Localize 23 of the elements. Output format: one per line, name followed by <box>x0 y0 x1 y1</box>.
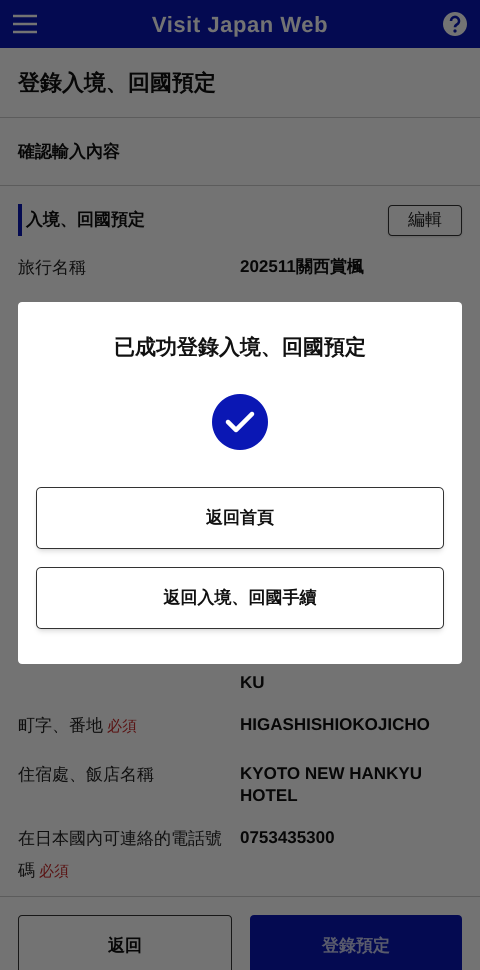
accent-bar <box>18 204 22 236</box>
field-value: KU <box>240 672 265 694</box>
dialog-title: 已成功登錄入境、回國預定 <box>114 334 366 361</box>
field-value: HIGASHISHIOKOJICHO <box>240 714 430 736</box>
field-value: KYOTO NEW HANKYU HOTEL <box>240 763 423 807</box>
field-label: 町字、番地 必須 <box>18 715 138 737</box>
help-icon[interactable] <box>442 11 468 37</box>
register-button[interactable]: 登錄預定 <box>250 915 462 970</box>
field-label: 住宿處、飯店名稱 <box>18 764 155 786</box>
field-label: 旅行名稱 <box>18 257 87 279</box>
menu-icon[interactable] <box>12 13 38 35</box>
check-icon <box>212 394 268 450</box>
page-title: 登錄入境、回國預定 <box>18 69 216 97</box>
section-subtitle: 確認輸入內容 <box>18 140 120 163</box>
back-button[interactable]: 返回 <box>18 915 232 970</box>
edit-button[interactable]: 編輯 <box>388 204 462 236</box>
dialog-button[interactable]: 返回首頁 <box>36 486 444 548</box>
dialog-button[interactable]: 返回入境、回國手續 <box>36 566 444 628</box>
field-value: 0753435300 <box>240 827 335 849</box>
field-value: 202511關西賞楓 <box>240 256 364 278</box>
app-title: Visit Japan Web <box>152 10 328 39</box>
section-title: 入境、回國預定 <box>26 209 145 232</box>
field-label: 在日本國內可連絡的電話號碼 必須 <box>18 828 223 882</box>
